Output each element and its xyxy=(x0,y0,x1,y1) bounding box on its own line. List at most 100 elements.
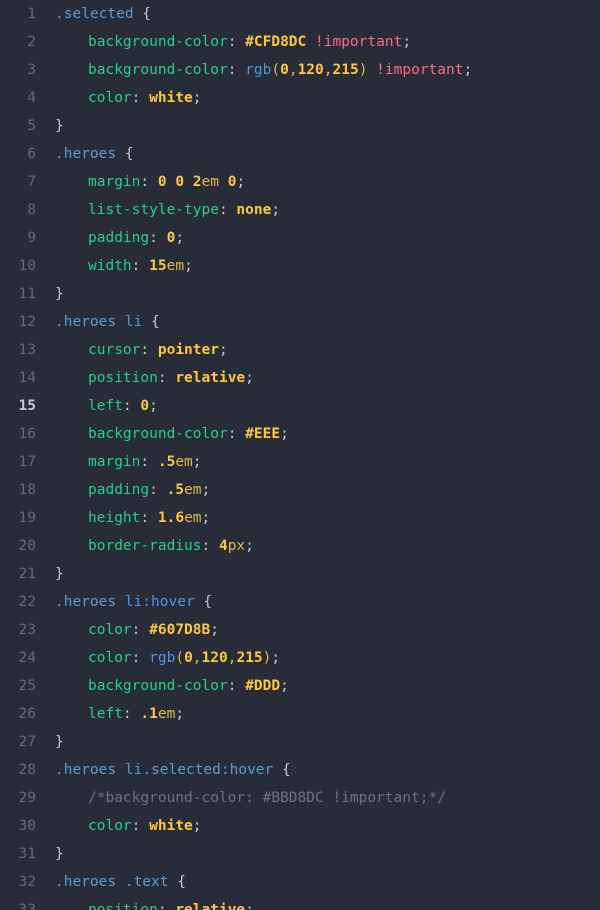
code-line[interactable]: 25 background-color: #DDD; xyxy=(0,672,600,700)
code-text[interactable]: height: 1.6em; xyxy=(36,504,600,532)
indent-guide-icon xyxy=(55,420,88,448)
code-line[interactable]: 2 background-color: #CFD8DC !important; xyxy=(0,28,600,56)
code-text[interactable]: position: relative; xyxy=(36,896,600,910)
code-line[interactable]: 30 color: white; xyxy=(0,812,600,840)
code-line[interactable]: 29 /*background-color: #BBD8DC !important… xyxy=(0,784,600,812)
code-line[interactable]: 19 height: 1.6em; xyxy=(0,504,600,532)
token-punc: : xyxy=(140,454,158,470)
line-number: 11 xyxy=(18,286,36,302)
code-text[interactable]: .heroes .text { xyxy=(36,868,600,896)
code-text[interactable]: .heroes li:hover { xyxy=(36,588,600,616)
token-num: pointer xyxy=(157,342,219,358)
token-punc: : xyxy=(140,342,158,358)
code-line[interactable]: 3 background-color: rgb(0,120,215) !impor… xyxy=(0,56,600,84)
line-number: 7 xyxy=(27,174,36,190)
token-punc: ; xyxy=(245,902,254,910)
code-text[interactable]: background-color: #CFD8DC !important; xyxy=(36,28,600,56)
code-line[interactable]: 12 .heroes li { xyxy=(0,308,600,336)
code-text[interactable]: color: rgb(0,120,215); xyxy=(36,644,600,672)
code-line[interactable]: 24 color: rgb(0,120,215); xyxy=(0,644,600,672)
code-line[interactable]: 8 list-style-type: none; xyxy=(0,196,600,224)
code-line[interactable]: 20 border-radius: 4px; xyxy=(0,532,600,560)
code-editor[interactable]: 1 .selected {2 background-color: #CFD8DC !… xyxy=(0,0,600,910)
code-text[interactable]: padding: 0; xyxy=(36,224,600,252)
code-line[interactable]: 10 width: 15em; xyxy=(0,252,600,280)
code-line[interactable]: 26 left: .1em; xyxy=(0,700,600,728)
code-text[interactable]: } xyxy=(36,112,600,140)
code-text[interactable]: .selected { xyxy=(36,0,600,28)
line-number: 29 xyxy=(18,790,36,806)
token-punc: { xyxy=(133,6,152,22)
token-sel: .heroes xyxy=(55,314,117,330)
code-line[interactable]: 14 position: relative; xyxy=(0,364,600,392)
code-line[interactable]: 17 margin: .5em; xyxy=(0,448,600,476)
code-line[interactable]: 7 margin: 0 0 2em 0; xyxy=(0,168,600,196)
code-text[interactable]: left: .1em; xyxy=(36,700,600,728)
code-line[interactable]: 4 color: white; xyxy=(0,84,600,112)
code-text[interactable]: padding: .5em; xyxy=(36,476,600,504)
line-number: 22 xyxy=(18,594,36,610)
code-line[interactable]: 11} xyxy=(0,280,600,308)
code-text[interactable]: width: 15em; xyxy=(36,252,600,280)
indent-guide-icon xyxy=(55,812,88,840)
code-line[interactable]: 5} xyxy=(0,112,600,140)
token-punc: ; xyxy=(271,650,281,666)
token-func: rgb xyxy=(245,62,272,78)
code-text[interactable]: .heroes li.selected:hover { xyxy=(36,756,600,784)
code-text[interactable]: background-color: rgb(0,120,215) !import… xyxy=(36,56,600,84)
token-elem: li:hover xyxy=(124,594,195,610)
code-line[interactable]: 18 padding: .5em; xyxy=(0,476,600,504)
code-text[interactable]: list-style-type: none; xyxy=(36,196,600,224)
token-punc xyxy=(184,174,193,190)
token-cmt: /*background-color: #BBD8DC !important;*… xyxy=(88,790,446,806)
token-prop: margin xyxy=(88,174,141,190)
code-line[interactable]: 15 left: 0; xyxy=(0,392,600,420)
code-text[interactable]: background-color: #DDD; xyxy=(36,672,600,700)
code-text[interactable]: margin: .5em; xyxy=(36,448,600,476)
code-line[interactable]: 13 cursor: pointer; xyxy=(0,336,600,364)
code-text[interactable]: color: white; xyxy=(36,84,600,112)
token-punc: : xyxy=(149,230,167,246)
code-text[interactable]: } xyxy=(36,728,600,756)
token-unit: em xyxy=(201,174,219,190)
token-paren: , xyxy=(192,650,202,666)
code-text[interactable]: background-color: #EEE; xyxy=(36,420,600,448)
code-line[interactable]: 6 .heroes { xyxy=(0,140,600,168)
code-text[interactable]: /*background-color: #BBD8DC !important;*… xyxy=(36,784,600,812)
token-prop: background-color xyxy=(88,62,228,78)
code-line[interactable]: 27} xyxy=(0,728,600,756)
token-punc: { xyxy=(142,314,160,330)
code-text[interactable]: left: 0; xyxy=(36,392,600,420)
code-text[interactable]: .heroes { xyxy=(36,140,600,168)
code-text[interactable]: position: relative; xyxy=(36,364,600,392)
token-prop: background-color xyxy=(88,34,228,50)
code-text[interactable]: cursor: pointer; xyxy=(36,336,600,364)
token-punc: } xyxy=(55,846,64,862)
line-number: 19 xyxy=(18,510,36,526)
code-line[interactable]: 9 padding: 0; xyxy=(0,224,600,252)
code-line[interactable]: 32 .heroes .text { xyxy=(0,868,600,896)
code-text[interactable]: } xyxy=(36,840,600,868)
code-text[interactable]: border-radius: 4px; xyxy=(36,532,600,560)
code-line[interactable]: 1 .selected { xyxy=(0,0,600,28)
line-number: 4 xyxy=(27,90,36,106)
token-punc: : xyxy=(227,678,246,694)
code-lines-container[interactable]: 1 .selected {2 background-color: #CFD8DC !… xyxy=(0,0,600,910)
code-text[interactable]: } xyxy=(36,280,600,308)
code-line[interactable]: 33 position: relative; xyxy=(0,896,600,910)
code-line[interactable]: 28 .heroes li.selected:hover { xyxy=(0,756,600,784)
code-text[interactable]: color: white; xyxy=(36,812,600,840)
code-text[interactable]: margin: 0 0 2em 0; xyxy=(36,168,600,196)
token-punc: : xyxy=(122,706,141,722)
code-line[interactable]: 21} xyxy=(0,560,600,588)
code-text[interactable]: color: #607D8B; xyxy=(36,616,600,644)
code-line[interactable]: 16 background-color: #EEE; xyxy=(0,420,600,448)
code-text[interactable]: } xyxy=(36,560,600,588)
indent-guide-icon xyxy=(55,364,88,392)
code-line[interactable]: 22 .heroes li:hover { xyxy=(0,588,600,616)
token-sel: .heroes xyxy=(55,146,117,162)
code-line[interactable]: 23 color: #607D8B; xyxy=(0,616,600,644)
code-line[interactable]: 31} xyxy=(0,840,600,868)
code-text[interactable]: .heroes li { xyxy=(36,308,600,336)
token-func: rgb xyxy=(149,650,176,666)
